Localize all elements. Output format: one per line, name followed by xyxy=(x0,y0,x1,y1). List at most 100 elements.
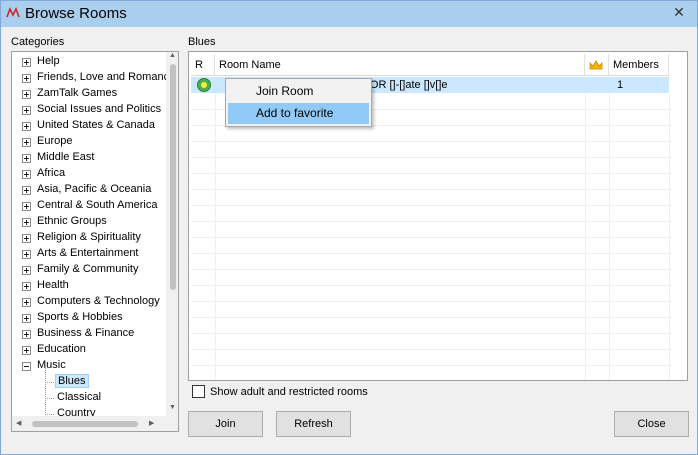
tree-item[interactable]: ZamTalk Games xyxy=(12,86,166,102)
tree-expand-icon[interactable] xyxy=(22,58,31,67)
tree-expand-icon[interactable] xyxy=(22,266,31,275)
tree-vertical-scroll-thumb[interactable] xyxy=(170,64,176,290)
tree-item[interactable]: Ethnic Groups xyxy=(12,214,166,230)
tree-vertical-scrollbar[interactable]: ▲ ▼ xyxy=(166,52,178,416)
grid-line xyxy=(191,253,671,254)
tree-subitem[interactable]: Blues xyxy=(12,374,166,390)
tree-item-label: Central & South America xyxy=(37,199,158,211)
categories-tree-list: Help Friends, Love and Romance ZamTalk Gam… xyxy=(12,54,175,422)
tree-item[interactable]: Africa xyxy=(12,166,166,182)
scroll-right-arrow-icon[interactable]: ▶ xyxy=(149,419,154,427)
tree-item[interactable]: Education xyxy=(12,342,166,358)
grid-line xyxy=(191,221,671,222)
join-button[interactable]: Join xyxy=(188,411,263,437)
tree-expand-icon[interactable] xyxy=(22,346,31,355)
column-header-owner[interactable] xyxy=(585,54,609,76)
tree-expand-icon[interactable] xyxy=(22,74,31,83)
scroll-up-arrow-icon[interactable]: ▲ xyxy=(169,52,176,59)
menu-item-add-to-favorite[interactable]: Add to favorite xyxy=(228,103,369,124)
grid-line xyxy=(191,349,671,350)
tree-item[interactable]: Friends, Love and Romance xyxy=(12,70,175,86)
tree-item[interactable]: Business & Finance xyxy=(12,326,166,342)
categories-tree[interactable]: Help Friends, Love and Romance ZamTalk Gam… xyxy=(11,51,179,432)
tree-item[interactable]: Health xyxy=(12,278,166,294)
tree-item-label: Family & Community xyxy=(37,263,139,275)
tree-guide-line xyxy=(45,414,54,415)
tree-expand-icon[interactable] xyxy=(22,186,31,195)
grid-line xyxy=(191,205,671,206)
grid-line xyxy=(191,269,671,270)
tree-item[interactable]: Help xyxy=(12,54,166,70)
tree-item[interactable]: Social Issues and Politics xyxy=(12,102,166,118)
tree-item[interactable]: United States & Canada xyxy=(12,118,166,134)
column-header-room-name[interactable]: Room Name xyxy=(215,54,585,76)
grid-line xyxy=(191,237,671,238)
grid-line xyxy=(191,141,671,142)
tree-item[interactable]: Family & Community xyxy=(12,262,166,278)
tree-item[interactable]: Central & South America xyxy=(12,198,166,214)
tree-expand-icon[interactable] xyxy=(22,90,31,99)
tree-item[interactable]: Computers & Technology xyxy=(12,294,166,310)
close-window-button[interactable]: ✕ xyxy=(665,1,693,23)
show-adult-label: Show adult and restricted rooms xyxy=(210,386,368,398)
tree-expand-icon[interactable] xyxy=(22,202,31,211)
tree-item-label: Religion & Spirituality xyxy=(37,231,141,243)
tree-item[interactable]: Arts & Entertainment xyxy=(12,246,166,262)
title-bar[interactable]: Browse Rooms ✕ xyxy=(1,1,697,27)
tree-expand-icon[interactable] xyxy=(22,154,31,163)
grid-line xyxy=(191,189,671,190)
tree-item-label: Europe xyxy=(37,135,73,147)
tree-item-label: Middle East xyxy=(37,151,95,163)
tree-item-label: United States & Canada xyxy=(37,119,156,131)
room-context-menu: Join Room Add to favorite xyxy=(225,78,372,127)
tree-item-label: Sports & Hobbies xyxy=(37,311,123,323)
tree-expand-icon[interactable] xyxy=(22,250,31,259)
tree-item[interactable]: Sports & Hobbies xyxy=(12,310,166,326)
tree-expand-icon[interactable] xyxy=(22,234,31,243)
tree-horizontal-scroll-thumb[interactable] xyxy=(32,421,138,427)
scroll-down-arrow-icon[interactable]: ▼ xyxy=(169,404,176,411)
tree-item[interactable]: Religion & Spirituality xyxy=(12,230,166,246)
tree-item-label: Business & Finance xyxy=(37,327,135,339)
tree-expand-icon[interactable] xyxy=(22,314,31,323)
grid-line xyxy=(191,365,671,366)
app-logo-icon xyxy=(6,7,20,18)
tree-expand-icon[interactable] xyxy=(22,218,31,227)
room-status-icon xyxy=(197,78,211,92)
tree-item-label: Friends, Love and Romance xyxy=(37,71,176,83)
refresh-button[interactable]: Refresh xyxy=(276,411,351,437)
grid-line xyxy=(191,301,671,302)
column-header-r[interactable]: R xyxy=(191,54,215,76)
tree-item[interactable]: Asia, Pacific & Oceania xyxy=(12,182,166,198)
scroll-left-arrow-icon[interactable]: ◀ xyxy=(16,419,21,427)
tree-expand-icon[interactable] xyxy=(22,330,31,339)
grid-line xyxy=(191,333,671,334)
tree-item-label: Music xyxy=(37,359,66,371)
window-title: Browse Rooms xyxy=(25,5,127,22)
tree-item[interactable]: Europe xyxy=(12,134,166,150)
column-header-members[interactable]: Members xyxy=(609,54,669,76)
show-adult-checkbox[interactable] xyxy=(192,385,205,398)
tree-expand-icon[interactable] xyxy=(22,170,31,179)
tree-horizontal-scrollbar[interactable]: ◀ ▶ xyxy=(12,416,178,431)
rooms-panel-title: Blues xyxy=(188,36,216,48)
categories-label: Categories xyxy=(11,36,65,48)
tree-expand-icon[interactable] xyxy=(22,122,31,131)
tree-collapse-icon[interactable] xyxy=(22,362,31,371)
tree-subitem[interactable]: Classical xyxy=(12,390,166,406)
tree-expand-icon[interactable] xyxy=(22,138,31,147)
tree-item[interactable]: Music xyxy=(12,358,166,374)
tree-expand-icon[interactable] xyxy=(22,282,31,291)
tree-item-label: Ethnic Groups xyxy=(37,215,107,227)
tree-expand-icon[interactable] xyxy=(22,106,31,115)
close-button[interactable]: Close xyxy=(614,411,689,437)
tree-item-label: Social Issues and Politics xyxy=(37,103,162,115)
tree-item-label: ZamTalk Games xyxy=(37,87,118,99)
tree-item-label: Education xyxy=(37,343,86,355)
menu-item-join-room[interactable]: Join Room xyxy=(228,81,369,102)
tree-item-label: Africa xyxy=(37,167,66,179)
tree-item[interactable]: Middle East xyxy=(12,150,166,166)
grid-line xyxy=(191,285,671,286)
tree-expand-icon[interactable] xyxy=(22,298,31,307)
tree-guide-line xyxy=(45,398,54,399)
